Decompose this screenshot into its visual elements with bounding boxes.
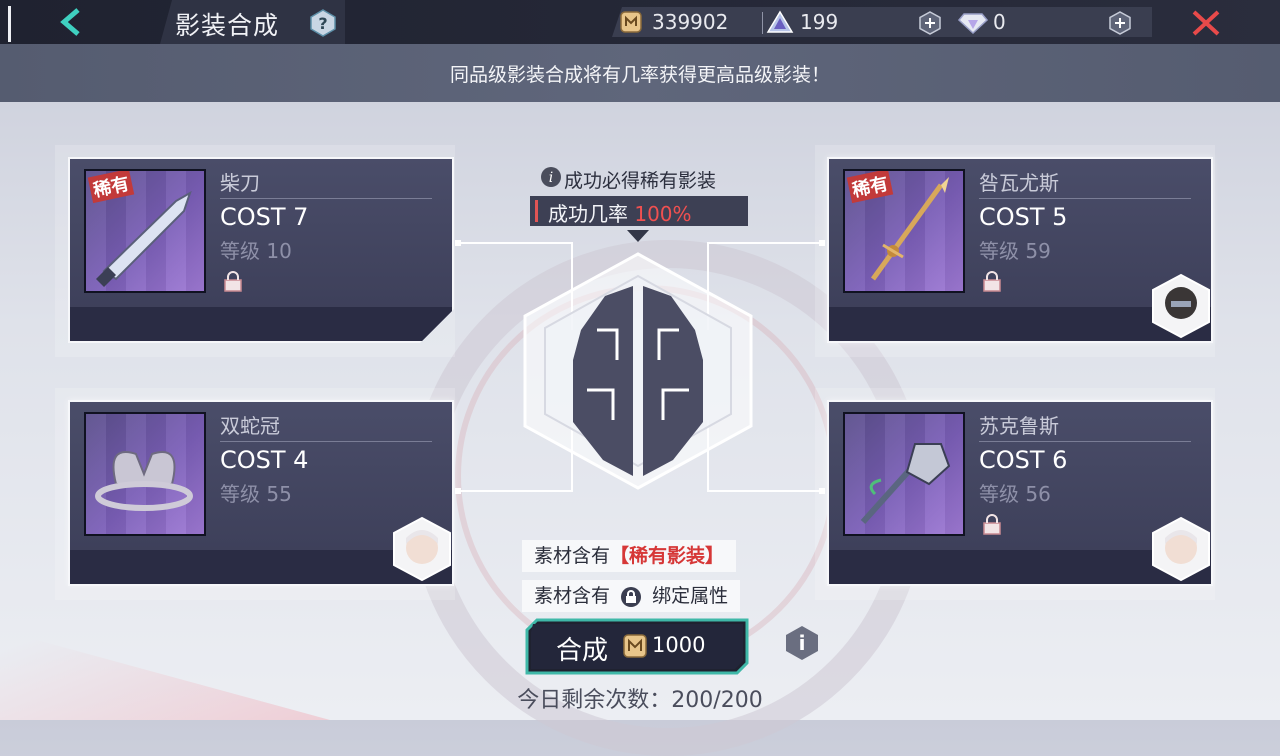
tag-bind-material: 素材含有 绑定属性 [522, 580, 741, 612]
character-avatar-icon [1152, 516, 1210, 582]
rate-accent [535, 200, 538, 222]
material-slot-1[interactable]: 稀有 柴刀 COST 7 等级 10 [68, 157, 454, 343]
item-icon-box: 稀有 [84, 169, 206, 293]
bind-lock-icon [983, 271, 1001, 292]
rate-value: 100% [634, 202, 692, 226]
success-rate: 成功几率 100% [548, 198, 692, 227]
item-divider [220, 198, 432, 199]
item-icon-box: 稀有 [843, 169, 965, 293]
bind-lock-icon [222, 271, 244, 293]
tag-rare-text: 【稀有影装】 [610, 545, 725, 567]
character-avatar-icon [1152, 273, 1210, 339]
coin-icon [623, 634, 647, 658]
info-icon[interactable]: i [784, 625, 820, 661]
notice-info-icon: i [541, 167, 561, 187]
material-slot-2[interactable]: 稀有 咎瓦尤斯 COST 5 等级 59 [827, 157, 1213, 343]
item-divider [979, 441, 1191, 442]
item-cost: COST 7 [220, 203, 309, 231]
bind-lock-icon [621, 586, 642, 607]
item-level: 等级 55 [220, 482, 292, 506]
material-slot-4[interactable]: 苏克鲁斯 COST 6 等级 56 [827, 400, 1213, 586]
crown-icon [95, 451, 193, 511]
rate-label: 成功几率 [548, 202, 628, 226]
item-cost: COST 4 [220, 446, 309, 474]
item-divider [220, 441, 432, 442]
item-icon-box [843, 412, 965, 536]
svg-text:i: i [799, 631, 806, 655]
character-avatar-icon [393, 516, 451, 582]
item-level: 等级 56 [979, 482, 1051, 506]
craft-cost: 1000 [652, 633, 706, 657]
success-notice: 成功必得稀有影装 [564, 170, 717, 192]
svg-text:i: i [549, 170, 553, 186]
item-name: 苏克鲁斯 [979, 414, 1059, 438]
tag-rare-material: 素材含有【稀有影装】 [522, 540, 737, 572]
material-slot-3[interactable]: 双蛇冠 COST 4 等级 55 [68, 400, 454, 586]
scepter-icon [860, 443, 951, 525]
item-level: 等级 59 [979, 239, 1051, 263]
tag-prefix: 素材含有 [534, 585, 611, 607]
pointer-down-icon [627, 230, 649, 242]
tag-prefix: 素材含有 [534, 545, 611, 567]
bind-lock-icon [983, 514, 1001, 535]
item-cost: COST 6 [979, 446, 1068, 474]
item-divider [979, 198, 1191, 199]
item-name: 柴刀 [220, 171, 260, 195]
tag-bind-text: 绑定属性 [652, 585, 729, 607]
craft-label: 合成 [556, 636, 609, 666]
item-name: 咎瓦尤斯 [979, 171, 1059, 195]
synthesis-core-icon [523, 252, 753, 490]
item-icon-box [84, 412, 206, 536]
item-level: 等级 10 [220, 239, 292, 263]
slot-bottom-strip [70, 307, 452, 341]
item-cost: COST 5 [979, 203, 1068, 231]
item-name: 双蛇冠 [220, 414, 280, 438]
remaining-count: 今日剩余次数：200/200 [517, 688, 763, 713]
